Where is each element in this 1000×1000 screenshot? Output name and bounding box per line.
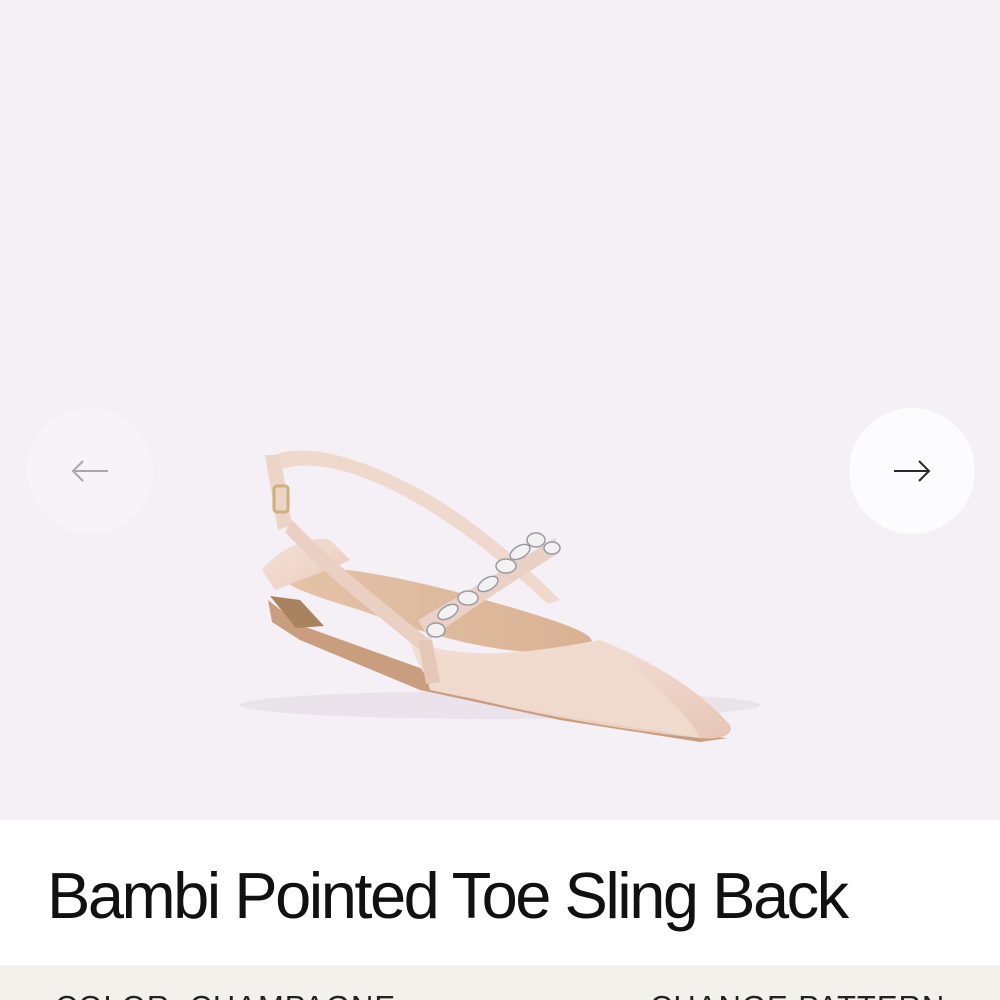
color-value: CHAMPAGNE (190, 989, 397, 1000)
previous-image-button[interactable] (27, 408, 153, 534)
product-gallery (0, 0, 1000, 820)
options-bar: COLOR: CHAMPAGNE CHANGE PATTERN (0, 965, 1000, 1000)
color-selection: COLOR: CHAMPAGNE (55, 989, 396, 1000)
color-label: COLOR (55, 989, 170, 1000)
arrow-left-icon (70, 459, 110, 483)
arrow-right-icon (892, 459, 932, 483)
product-title: Bambi Pointed Toe Sling Back (47, 859, 849, 932)
next-image-button[interactable] (849, 408, 975, 534)
change-pattern-link[interactable]: CHANGE PATTERN (650, 989, 945, 1000)
color-separator: : (170, 989, 180, 1000)
product-image (240, 450, 760, 742)
